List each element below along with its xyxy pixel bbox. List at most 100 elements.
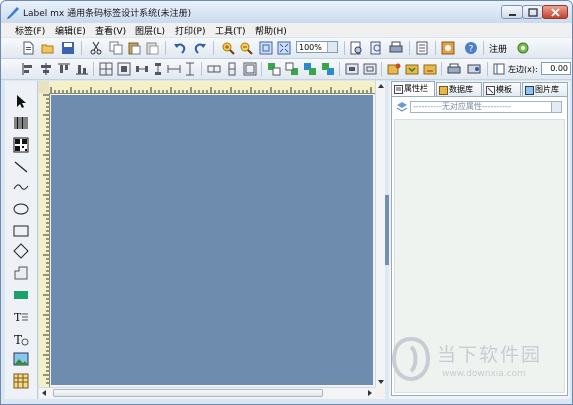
database-icon bbox=[439, 86, 448, 95]
lock-icon[interactable] bbox=[345, 62, 359, 76]
zoom-in-icon[interactable] bbox=[221, 41, 235, 55]
paste-special-icon[interactable] bbox=[145, 41, 159, 55]
rectangle-tool-icon[interactable] bbox=[13, 223, 29, 239]
toolbar-separator bbox=[487, 62, 488, 76]
send-backward-icon[interactable] bbox=[321, 62, 335, 76]
tab-template[interactable]: 模板 bbox=[483, 82, 521, 96]
cut-icon[interactable] bbox=[89, 41, 103, 55]
bring-front-icon[interactable] bbox=[267, 62, 281, 76]
close-button[interactable] bbox=[542, 5, 568, 19]
rich-text-tool-icon[interactable]: T bbox=[13, 331, 29, 347]
register-button[interactable]: 注册 bbox=[489, 42, 507, 55]
watermark-text: 当下软件园 bbox=[437, 344, 543, 366]
settings-icon[interactable] bbox=[516, 41, 530, 55]
toolbar-separator bbox=[381, 62, 382, 76]
horizontal-flip-icon[interactable] bbox=[207, 62, 221, 76]
svg-text:T: T bbox=[14, 311, 22, 324]
horizontal-scrollbar[interactable] bbox=[39, 387, 375, 398]
align-left-icon[interactable] bbox=[21, 62, 35, 76]
actual-size-icon[interactable] bbox=[277, 41, 291, 55]
menu-layer[interactable]: 图层(L) bbox=[135, 24, 165, 37]
unlock-icon[interactable] bbox=[363, 62, 377, 76]
tab-image-library-label: 图片库 bbox=[535, 85, 559, 94]
distribute-horizontal-icon[interactable] bbox=[135, 62, 149, 76]
ellipse-tool-icon[interactable] bbox=[13, 201, 29, 217]
table-tool-icon[interactable] bbox=[13, 373, 29, 389]
barcode-tool-icon[interactable] bbox=[13, 115, 29, 131]
curve-tool-icon[interactable] bbox=[13, 179, 29, 195]
properties-icon bbox=[394, 85, 403, 94]
new-file-icon[interactable] bbox=[21, 41, 35, 55]
menu-label[interactable]: 标签(F) bbox=[15, 24, 45, 37]
counter-icon[interactable] bbox=[423, 62, 437, 76]
maximize-button[interactable] bbox=[522, 5, 543, 19]
undo-icon[interactable] bbox=[173, 41, 187, 55]
print-preview-icon[interactable] bbox=[349, 41, 363, 55]
redo-icon[interactable] bbox=[193, 41, 207, 55]
line-tool-icon[interactable] bbox=[13, 159, 29, 175]
toolbar-separator bbox=[441, 62, 442, 76]
pointer-tool-icon[interactable] bbox=[13, 93, 29, 109]
paste-icon[interactable] bbox=[127, 41, 141, 55]
label-canvas[interactable] bbox=[51, 95, 373, 385]
diamond-tool-icon[interactable] bbox=[13, 243, 29, 259]
fill-rect-tool-icon[interactable] bbox=[13, 287, 29, 303]
menu-help[interactable]: 帮助(H) bbox=[255, 24, 287, 37]
toolbar-separator bbox=[261, 62, 262, 76]
database-icon[interactable] bbox=[387, 62, 401, 76]
zoom-select[interactable]: 100% bbox=[296, 41, 338, 53]
center-horizontal-icon[interactable] bbox=[99, 62, 113, 76]
align-bottom-icon[interactable] bbox=[75, 62, 89, 76]
vertical-flip-icon[interactable] bbox=[225, 62, 239, 76]
search-icon[interactable] bbox=[369, 41, 383, 55]
same-height-icon[interactable] bbox=[183, 62, 197, 76]
svg-text:?: ? bbox=[469, 45, 474, 55]
chevron-down-icon[interactable] bbox=[551, 102, 561, 112]
margin-icon bbox=[493, 63, 505, 75]
menu-print[interactable]: 打印(P) bbox=[175, 24, 205, 37]
zoom-out-icon[interactable] bbox=[239, 41, 253, 55]
text-tool-icon[interactable]: T bbox=[13, 309, 29, 325]
polygon-tool-icon[interactable] bbox=[13, 265, 29, 281]
chevron-down-icon[interactable] bbox=[327, 42, 337, 52]
minimize-button[interactable] bbox=[501, 5, 523, 19]
qrcode-tool-icon[interactable] bbox=[13, 137, 29, 153]
toolbar-separator bbox=[213, 41, 214, 55]
center-vertical-icon[interactable] bbox=[117, 62, 131, 76]
toolbar-separator bbox=[409, 41, 410, 55]
distribute-vertical-icon[interactable] bbox=[151, 62, 165, 76]
open-folder-icon[interactable] bbox=[41, 41, 55, 55]
image-tool-icon[interactable] bbox=[13, 351, 29, 367]
group-icon[interactable] bbox=[243, 62, 257, 76]
send-back-icon[interactable] bbox=[285, 62, 299, 76]
margin-left-field[interactable]: 0.00 bbox=[541, 62, 571, 75]
tab-properties[interactable]: 属性栏 bbox=[391, 81, 435, 96]
align-top-icon[interactable] bbox=[57, 62, 71, 76]
copy-icon[interactable] bbox=[109, 41, 123, 55]
help-icon[interactable]: ? bbox=[464, 41, 478, 55]
same-width-icon[interactable] bbox=[167, 62, 181, 76]
tab-database[interactable]: 数据库 bbox=[436, 82, 482, 96]
image-icon[interactable] bbox=[441, 41, 455, 55]
menu-edit[interactable]: 编辑(E) bbox=[55, 24, 86, 37]
printer-setup-icon[interactable] bbox=[447, 62, 461, 76]
print-icon[interactable] bbox=[389, 41, 403, 55]
variable-icon[interactable] bbox=[405, 62, 419, 76]
svg-text:T: T bbox=[14, 333, 22, 347]
layers-icon bbox=[396, 102, 408, 112]
list-icon[interactable] bbox=[415, 41, 429, 55]
watermark-logo-icon bbox=[392, 337, 430, 381]
tab-image-library[interactable]: 图片库 bbox=[522, 82, 568, 96]
page-setup-icon[interactable] bbox=[467, 62, 481, 76]
scroll-thumb[interactable] bbox=[53, 389, 323, 397]
align-center-icon[interactable] bbox=[39, 62, 53, 76]
menu-view[interactable]: 查看(V) bbox=[95, 24, 126, 37]
template-icon bbox=[486, 86, 495, 95]
menu-tools[interactable]: 工具(T) bbox=[215, 24, 246, 37]
watermark-url: www.downxia.com bbox=[442, 369, 526, 379]
close-icon bbox=[551, 8, 560, 17]
property-selector[interactable]: ----------无对应属性---------- bbox=[410, 101, 562, 113]
save-icon[interactable] bbox=[61, 41, 75, 55]
fit-page-icon[interactable] bbox=[259, 41, 273, 55]
bring-forward-icon[interactable] bbox=[303, 62, 317, 76]
